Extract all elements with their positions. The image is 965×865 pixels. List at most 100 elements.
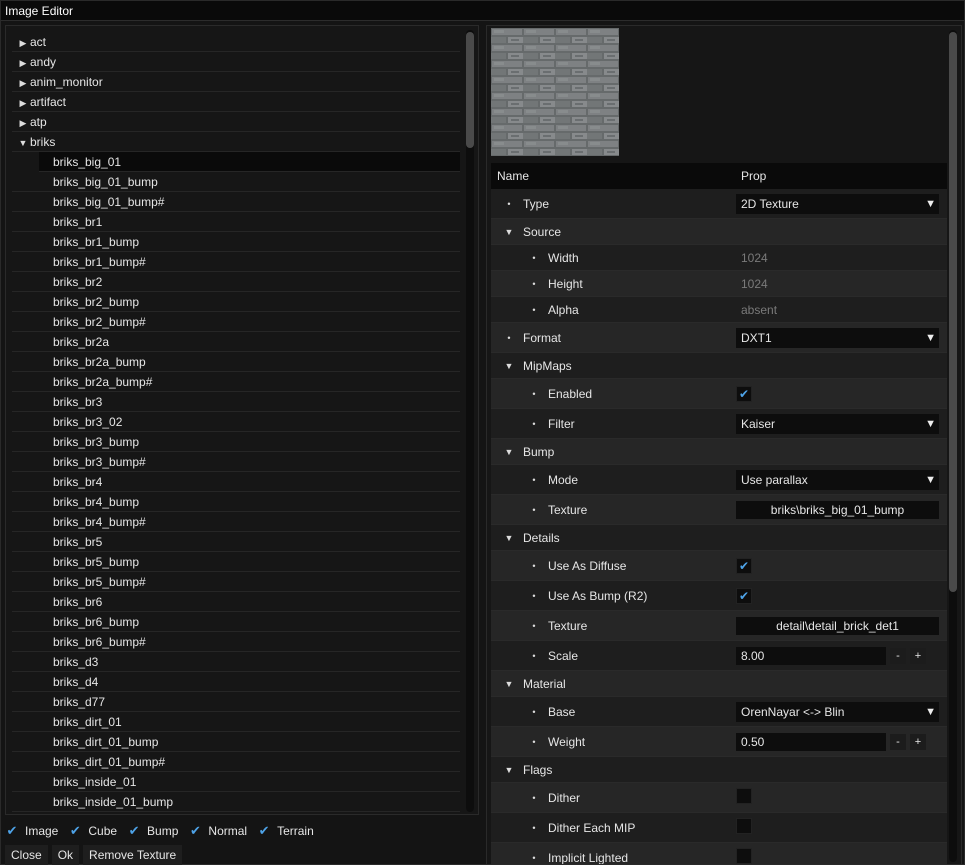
triangle-down-icon[interactable]: ▼ xyxy=(503,679,515,689)
dropdown-arrow-icon[interactable]: ▼ xyxy=(925,414,936,434)
dropdown-arrow-icon[interactable]: ▼ xyxy=(925,328,936,348)
tree-folder-2[interactable]: ▶ anim_monitor xyxy=(12,72,460,92)
tree-item[interactable]: briks_inside_01_bump xyxy=(12,792,460,812)
triangle-down-icon[interactable]: ▼ xyxy=(503,533,515,543)
tree-item[interactable]: briks_br6 xyxy=(12,592,460,612)
tree-folder-3[interactable]: ▶ artifact xyxy=(12,92,460,112)
property-row-scale[interactable]: • Scale 8.00- + xyxy=(491,641,947,671)
tree-item[interactable]: briks_br2_bump xyxy=(12,292,460,312)
number-input[interactable]: 8.00 xyxy=(736,646,886,665)
check-icon[interactable]: ✔ xyxy=(5,823,19,839)
number-input[interactable]: 0.50 xyxy=(736,732,886,751)
property-row-flags[interactable]: ▼ Flags xyxy=(491,757,947,783)
property-row-use-as-bump-r2-[interactable]: • Use As Bump (R2) ✔ xyxy=(491,581,947,611)
filter-normal-checkbox[interactable]: ✔ Normal xyxy=(188,823,247,839)
property-row-base[interactable]: • Base OrenNayar <-> Blin ▼ xyxy=(491,697,947,727)
tree-item[interactable]: briks_br2a_bump# xyxy=(12,372,460,392)
check-icon[interactable]: ✔ xyxy=(188,823,202,839)
property-dropdown[interactable]: OrenNayar <-> Blin ▼ xyxy=(736,701,939,722)
tree-item[interactable]: briks_inside_01 xyxy=(12,772,460,792)
ok-button[interactable]: Ok xyxy=(51,845,80,865)
remove-texture-button[interactable]: Remove Texture xyxy=(83,845,183,865)
tree-item[interactable]: briks_br1_bump xyxy=(12,232,460,252)
tree-item[interactable]: briks_br4_bump# xyxy=(12,512,460,532)
tree-item[interactable]: briks_d3 xyxy=(12,652,460,672)
filter-bump-checkbox[interactable]: ✔ Bump xyxy=(127,823,179,839)
tree-item[interactable]: briks_br4_bump xyxy=(12,492,460,512)
property-row-type[interactable]: • Type 2D Texture ▼ xyxy=(491,189,947,219)
tree-item[interactable]: briks_br5_bump xyxy=(12,552,460,572)
property-row-texture[interactable]: • Texture briks\briks_big_01_bump xyxy=(491,495,947,525)
property-row-bump[interactable]: ▼ Bump xyxy=(491,439,947,465)
tree-scrollbar-thumb[interactable] xyxy=(466,32,474,148)
tree-item[interactable]: briks_br3 xyxy=(12,392,460,412)
property-row-dither-each-mip[interactable]: • Dither Each MIP xyxy=(491,813,947,843)
property-row-implicit-lighted[interactable]: • Implicit Lighted xyxy=(491,843,947,864)
tree-scrollbar[interactable] xyxy=(466,30,474,812)
tree-item[interactable]: briks_d4 xyxy=(12,672,460,692)
property-row-mode[interactable]: • Mode Use parallax ▼ xyxy=(491,465,947,495)
triangle-down-icon[interactable]: ▼ xyxy=(503,361,515,371)
property-checkbox[interactable]: ✔ xyxy=(736,587,752,604)
tree-item[interactable]: briks_br2 xyxy=(12,272,460,292)
tree-item[interactable]: briks_big_01 xyxy=(39,152,460,172)
close-button[interactable]: Close xyxy=(5,845,48,865)
filter-image-checkbox[interactable]: ✔ Image xyxy=(5,823,59,839)
dropdown-arrow-icon[interactable]: ▼ xyxy=(925,194,936,214)
tree-item[interactable]: briks_br6_bump# xyxy=(12,632,460,652)
triangle-right-icon[interactable]: ▶ xyxy=(16,93,30,113)
property-checkbox[interactable] xyxy=(736,848,752,864)
property-row-dither[interactable]: • Dither xyxy=(491,783,947,813)
triangle-down-icon[interactable]: ▼ xyxy=(503,447,515,457)
dropdown-arrow-icon[interactable]: ▼ xyxy=(925,702,936,722)
tree-item[interactable]: briks_br2a_bump xyxy=(12,352,460,372)
tree-item[interactable]: briks_br1 xyxy=(12,212,460,232)
property-checkbox[interactable] xyxy=(736,818,752,834)
triangle-right-icon[interactable]: ▶ xyxy=(16,53,30,73)
tree-item[interactable]: briks_br1_bump# xyxy=(12,252,460,272)
increment-button[interactable]: + xyxy=(910,733,926,750)
filter-cube-checkbox[interactable]: ✔ Cube xyxy=(68,823,117,839)
texture-path-field[interactable]: briks\briks_big_01_bump xyxy=(736,500,939,519)
property-dropdown[interactable]: DXT1 ▼ xyxy=(736,327,939,348)
tree-folder-1[interactable]: ▶ andy xyxy=(12,52,460,72)
tree-item[interactable]: briks_d77 xyxy=(12,692,460,712)
tree-item[interactable]: briks_br2a xyxy=(12,332,460,352)
increment-button[interactable]: + xyxy=(910,647,926,664)
check-icon[interactable]: ✔ xyxy=(68,823,82,839)
property-row-weight[interactable]: • Weight 0.50- + xyxy=(491,727,947,757)
property-checkbox[interactable] xyxy=(736,788,752,804)
tree-item[interactable]: briks_br3_02 xyxy=(12,412,460,432)
tree-item[interactable]: briks_br3_bump xyxy=(12,432,460,452)
triangle-down-icon[interactable]: ▼ xyxy=(503,227,515,237)
tree-item[interactable]: briks_dirt_01_bump# xyxy=(12,752,460,772)
triangle-right-icon[interactable]: ▶ xyxy=(16,73,30,93)
property-dropdown[interactable]: 2D Texture ▼ xyxy=(736,193,939,214)
property-row-use-as-diffuse[interactable]: • Use As Diffuse ✔ xyxy=(491,551,947,581)
property-row-enabled[interactable]: • Enabled ✔ xyxy=(491,379,947,409)
tree-item[interactable]: briks_br3_bump# xyxy=(12,452,460,472)
triangle-down-icon[interactable]: ▼ xyxy=(16,133,30,153)
triangle-right-icon[interactable]: ▶ xyxy=(16,113,30,133)
decrement-button[interactable]: - xyxy=(890,647,906,664)
property-checkbox[interactable]: ✔ xyxy=(736,557,752,574)
decrement-button[interactable]: - xyxy=(890,733,906,750)
tree-folder-4[interactable]: ▶ atp xyxy=(12,112,460,132)
filter-terrain-checkbox[interactable]: ✔ Terrain xyxy=(257,823,314,839)
texture-path-field[interactable]: detail\detail_brick_det1 xyxy=(736,616,939,635)
check-icon[interactable]: ✔ xyxy=(127,823,141,839)
properties-scrollbar-thumb[interactable] xyxy=(949,32,957,592)
property-row-details[interactable]: ▼ Details xyxy=(491,525,947,551)
tree-item[interactable]: briks_br6_bump xyxy=(12,612,460,632)
tree-item[interactable]: briks_br5 xyxy=(12,532,460,552)
tree-item[interactable]: briks_br2_bump# xyxy=(12,312,460,332)
property-row-mipmaps[interactable]: ▼ MipMaps xyxy=(491,353,947,379)
tree-item[interactable]: briks_br4 xyxy=(12,472,460,492)
property-row-filter[interactable]: • Filter Kaiser ▼ xyxy=(491,409,947,439)
tree-item[interactable]: briks_big_01_bump# xyxy=(12,192,460,212)
triangle-right-icon[interactable]: ▶ xyxy=(16,33,30,53)
property-row-source[interactable]: ▼ Source xyxy=(491,219,947,245)
tree-item[interactable]: briks_big_01_bump xyxy=(12,172,460,192)
property-row-format[interactable]: • Format DXT1 ▼ xyxy=(491,323,947,353)
tree-item[interactable]: briks_dirt_01_bump xyxy=(12,732,460,752)
